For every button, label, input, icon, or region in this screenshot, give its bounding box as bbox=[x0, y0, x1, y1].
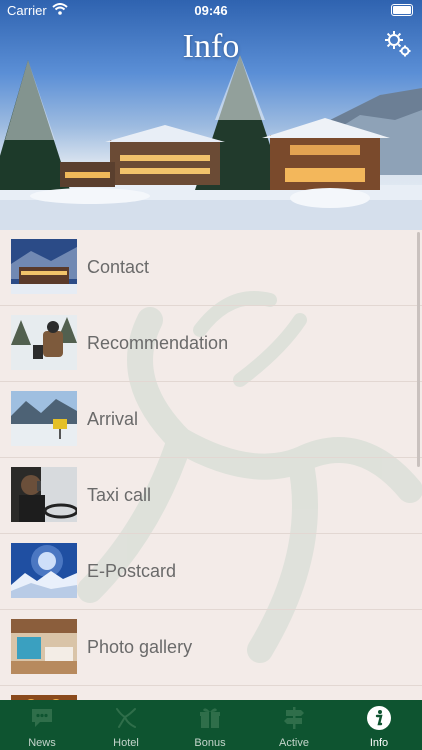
hotel-room-image bbox=[11, 619, 77, 674]
tab-news[interactable]: News bbox=[0, 700, 84, 750]
list-item-label: Recommendation bbox=[87, 333, 229, 353]
list-item-label: Arrival bbox=[87, 409, 139, 429]
deer-icon bbox=[116, 708, 136, 728]
tab-label: Hotel bbox=[113, 737, 139, 749]
list-item-e-postcard[interactable]: E-Postcard bbox=[0, 534, 422, 610]
list-item-partial[interactable] bbox=[0, 686, 422, 700]
list-item-label: Contact bbox=[87, 257, 150, 277]
chat-bubble-icon bbox=[32, 709, 52, 727]
info-icon bbox=[367, 706, 391, 730]
list-item-photo-gallery[interactable]: Photo gallery bbox=[0, 610, 422, 686]
clock: 09:46 bbox=[194, 3, 228, 18]
e-postcard-thumbnail bbox=[11, 543, 77, 598]
tab-label: Info bbox=[369, 737, 389, 749]
tab-bar: News Hotel Bonus Active Info bbox=[0, 700, 422, 750]
snowy-road-sign-image bbox=[11, 391, 77, 446]
gear-icon[interactable] bbox=[382, 28, 412, 58]
taxi-call-thumbnail bbox=[11, 467, 77, 522]
page-title: Info bbox=[182, 28, 240, 65]
signpost-icon bbox=[284, 707, 304, 729]
tab-label: News bbox=[28, 737, 56, 749]
driver-phone-image bbox=[11, 467, 77, 522]
winter-hiker-image bbox=[11, 315, 77, 370]
recommendation-thumbnail bbox=[11, 315, 77, 370]
scrollbar[interactable] bbox=[417, 232, 420, 467]
gift-icon bbox=[200, 708, 220, 728]
photo-gallery-thumbnail bbox=[11, 619, 77, 674]
list-item-label: Photo gallery bbox=[87, 637, 193, 657]
list-item-recommendation[interactable]: Recommendation bbox=[0, 306, 422, 382]
tab-active[interactable]: Active bbox=[252, 700, 336, 750]
tab-info[interactable]: Info bbox=[336, 700, 422, 750]
hotel-night-image bbox=[11, 239, 77, 294]
tab-label: Active bbox=[279, 737, 309, 749]
battery-icon bbox=[391, 4, 413, 16]
header-photo: Carrier 09:46 Info bbox=[0, 0, 422, 230]
list-item-arrival[interactable]: Arrival bbox=[0, 382, 422, 458]
status-bar: Carrier 09:46 bbox=[0, 0, 422, 22]
info-menu-list: Contact Recommendation Arrival Taxi call… bbox=[0, 230, 422, 700]
list-item-label: E-Postcard bbox=[87, 561, 177, 581]
arrival-thumbnail bbox=[11, 391, 77, 446]
list-item-label: Taxi call bbox=[87, 485, 152, 505]
tab-hotel[interactable]: Hotel bbox=[84, 700, 168, 750]
list-item-contact[interactable]: Contact bbox=[0, 230, 422, 306]
contact-thumbnail bbox=[11, 239, 77, 294]
list-item-taxi-call[interactable]: Taxi call bbox=[0, 458, 422, 534]
mountain-sun-image bbox=[11, 543, 77, 598]
tab-label: Bonus bbox=[194, 737, 226, 749]
tab-bonus[interactable]: Bonus bbox=[168, 700, 252, 750]
